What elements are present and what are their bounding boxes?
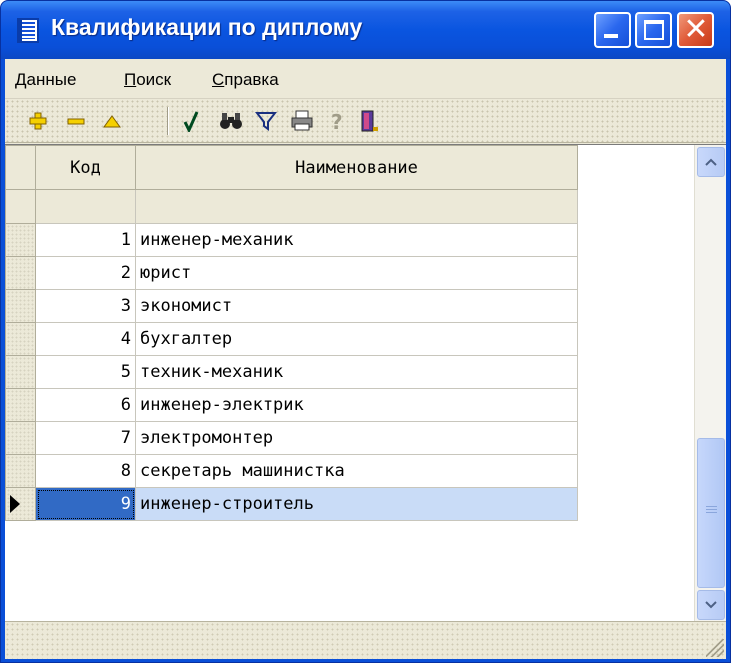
row-indicator[interactable] xyxy=(5,487,36,521)
delete-record-icon[interactable] xyxy=(63,107,89,135)
cell-kod[interactable]: 4 xyxy=(35,322,136,356)
chevron-down-icon xyxy=(705,601,717,609)
menu-help[interactable]: Справка xyxy=(212,70,279,90)
resize-grip-icon[interactable] xyxy=(706,639,724,657)
cell-name[interactable]: инженер-электрик xyxy=(135,388,578,422)
table-row[interactable]: 6 инженер-электрик xyxy=(5,388,578,422)
exit-door-icon[interactable] xyxy=(356,107,382,135)
close-button[interactable]: ✕ xyxy=(677,12,714,48)
row-indicator[interactable] xyxy=(5,454,36,488)
table-row[interactable]: 5 техник-механик xyxy=(5,355,578,389)
grip-icon xyxy=(706,506,717,515)
cell-name[interactable]: электромонтер xyxy=(135,421,578,455)
app-icon[interactable] xyxy=(17,18,39,43)
column-header-name[interactable]: Наименование xyxy=(135,145,578,190)
row-indicator xyxy=(5,189,36,224)
menu-bar: Данные Поиск Справка xyxy=(5,59,726,99)
vertical-scrollbar[interactable] xyxy=(694,145,726,622)
scroll-thumb[interactable] xyxy=(697,438,725,588)
toolbar-separator xyxy=(167,107,169,135)
print-icon[interactable] xyxy=(289,107,315,135)
scroll-down-button[interactable] xyxy=(697,590,725,620)
cell-name[interactable]: бухгалтер xyxy=(135,322,578,356)
menu-data-accel: Д xyxy=(15,70,27,89)
filter-row xyxy=(5,189,578,224)
filter-name-input[interactable] xyxy=(135,189,578,224)
row-indicator[interactable] xyxy=(5,223,36,257)
find-binoculars-icon[interactable] xyxy=(218,107,244,135)
help-icon[interactable]: ? xyxy=(324,107,350,135)
table-row[interactable]: 4 бухгалтер xyxy=(5,322,578,356)
qualifications-table: Код Наименование 1 инженер-механик 2 юри… xyxy=(5,145,578,521)
row-indicator[interactable] xyxy=(5,421,36,455)
cell-name[interactable]: техник-механик xyxy=(135,355,578,389)
post-check-icon[interactable] xyxy=(178,107,204,135)
header-row: Код Наименование xyxy=(5,145,578,190)
minimize-button[interactable] xyxy=(594,12,631,48)
add-record-icon[interactable] xyxy=(25,107,51,135)
row-indicator[interactable] xyxy=(5,355,36,389)
client-area: Данные Поиск Справка ? Код Наименование … xyxy=(5,59,726,659)
cell-kod[interactable]: 2 xyxy=(35,256,136,290)
header-indicator xyxy=(5,145,36,190)
menu-data-label: анные xyxy=(26,70,77,89)
table-row[interactable]: 1 инженер-механик xyxy=(5,223,578,257)
title-bar[interactable]: Квалификации по диплому ✕ xyxy=(1,1,730,59)
scroll-up-button[interactable] xyxy=(697,147,725,177)
menu-search[interactable]: Поиск xyxy=(124,70,171,90)
table-row[interactable]: 3 экономист xyxy=(5,289,578,323)
menu-search-accel: П xyxy=(124,70,137,89)
cell-kod[interactable]: 1 xyxy=(35,223,136,257)
table-row[interactable]: 8 секретарь машинистка xyxy=(5,454,578,488)
cell-kod[interactable]: 3 xyxy=(35,289,136,323)
row-indicator[interactable] xyxy=(5,256,36,290)
close-icon: ✕ xyxy=(683,12,709,47)
filter-kod-input[interactable] xyxy=(35,189,136,224)
app-window: Квалификации по диплому ✕ Данные Поиск С… xyxy=(0,0,731,663)
maximize-button[interactable] xyxy=(635,12,672,48)
edit-record-icon[interactable] xyxy=(99,107,125,135)
cell-kod[interactable]: 8 xyxy=(35,454,136,488)
cell-name[interactable]: инженер-строитель xyxy=(135,487,578,521)
cell-name[interactable]: секретарь машинистка xyxy=(135,454,578,488)
cell-name[interactable]: инженер-механик xyxy=(135,223,578,257)
minimize-icon xyxy=(604,34,618,38)
cell-kod[interactable]: 7 xyxy=(35,421,136,455)
window-title: Квалификации по диплому xyxy=(51,14,363,40)
row-indicator[interactable] xyxy=(5,289,36,323)
row-indicator[interactable] xyxy=(5,322,36,356)
current-row-pointer-icon xyxy=(10,495,20,513)
menu-help-label: правка xyxy=(224,70,279,89)
menu-data[interactable]: Данные xyxy=(15,70,76,90)
svg-text:?: ? xyxy=(331,110,343,132)
status-bar xyxy=(5,621,726,659)
table-row[interactable]: 7 электромонтер xyxy=(5,421,578,455)
data-grid[interactable]: Код Наименование 1 инженер-механик 2 юри… xyxy=(5,144,726,622)
column-header-kod[interactable]: Код xyxy=(35,145,136,190)
menu-search-label: оиск xyxy=(136,70,172,89)
cell-kod[interactable]: 5 xyxy=(35,355,136,389)
filter-funnel-icon[interactable] xyxy=(253,107,279,135)
cell-kod[interactable]: 6 xyxy=(35,388,136,422)
chevron-up-icon xyxy=(705,158,717,166)
table-row[interactable]: 2 юрист xyxy=(5,256,578,290)
row-indicator[interactable] xyxy=(5,388,36,422)
cell-name[interactable]: юрист xyxy=(135,256,578,290)
cell-kod[interactable]: 9 xyxy=(35,487,136,521)
menu-help-accel: С xyxy=(212,70,225,89)
cell-name[interactable]: экономист xyxy=(135,289,578,323)
table-row-selected[interactable]: 9 инженер-строитель xyxy=(5,487,578,521)
toolbar: ? xyxy=(5,99,726,143)
maximize-icon xyxy=(644,20,664,40)
